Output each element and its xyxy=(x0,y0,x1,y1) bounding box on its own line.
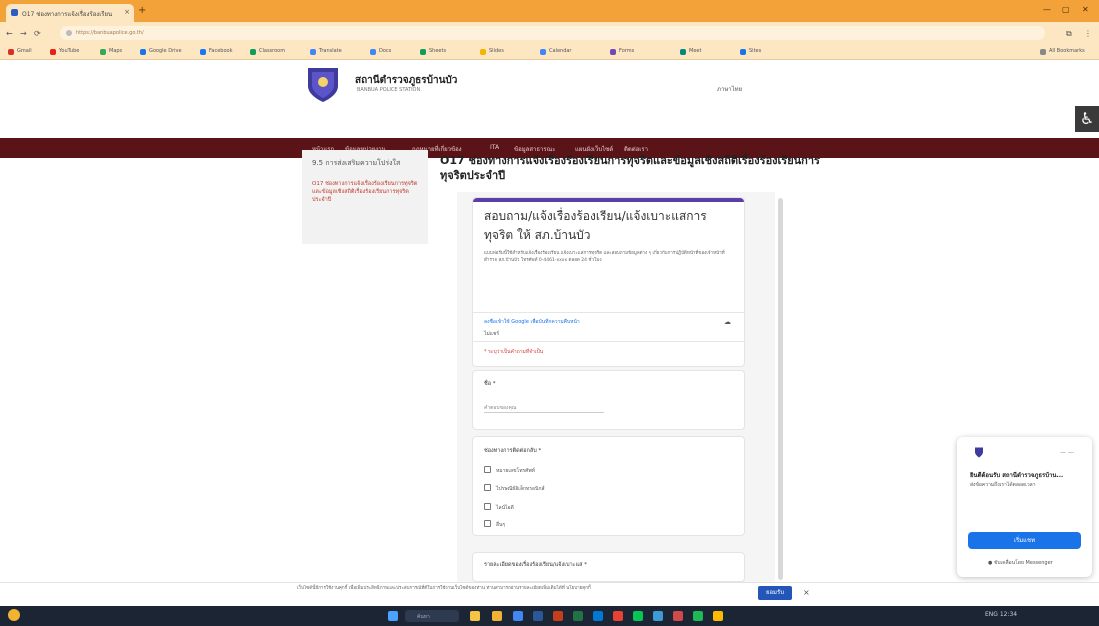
close-icon[interactable]: × xyxy=(124,8,130,16)
checkbox[interactable] xyxy=(484,503,491,510)
taskbar-app-icon[interactable] xyxy=(653,611,663,621)
chrome-icon[interactable] xyxy=(513,611,523,621)
bookmark-item[interactable]: Slides xyxy=(480,48,504,56)
favicon-icon xyxy=(11,9,18,16)
forward-icon[interactable]: → xyxy=(20,29,27,38)
back-icon[interactable]: ← xyxy=(6,29,13,38)
checkbox-label: อื่นๆ xyxy=(496,522,506,528)
form-title: สอบถาม/แจ้งเรื่องร้องเรียน/แจ้งเบาะแสการ… xyxy=(484,209,707,242)
taskbar-app-icon[interactable] xyxy=(693,611,703,621)
edge-icon[interactable] xyxy=(593,611,603,621)
menu-icon[interactable]: ⋮ xyxy=(1084,29,1092,38)
site-subtitle: BANBUA POLICE STATION xyxy=(357,87,421,93)
chat-footer-text: ขับเคลื่อนโดย Messenger xyxy=(993,560,1053,566)
question-label: รายละเอียดของเรื่องร้องเรียน/แจ้งเบาะแส … xyxy=(484,562,588,568)
system-tray[interactable]: ENG 12:34 xyxy=(985,611,1017,618)
checkbox-label: ไปรษณีย์อิเล็กทรอนิกส์ xyxy=(496,486,545,492)
question-label: ช่องทางการติดต่อกลับ * xyxy=(484,448,542,454)
checkbox[interactable] xyxy=(484,466,491,473)
close-icon[interactable]: × xyxy=(803,588,810,597)
form-scrollbar[interactable] xyxy=(778,198,783,580)
site-title: สถานีตำรวจภูธรบ้านบัว xyxy=(355,75,458,86)
cookie-text: เว็บไซต์นี้มีการใช้งานคุกกี้ เพื่อเพิ่มป… xyxy=(297,586,591,591)
bookmark-item[interactable]: Gmail xyxy=(8,48,32,56)
close-window-icon[interactable]: ✕ xyxy=(1082,5,1089,14)
browser-tab[interactable]: O17 ช่องทางการแจ้งเรื่องร้องเรียน × xyxy=(6,4,134,22)
chat-controls[interactable]: — — xyxy=(1060,449,1074,456)
chat-widget xyxy=(957,437,1092,577)
language-switch[interactable]: ภาษาไทย xyxy=(717,84,742,94)
address-bar-row: ← → ⟳ https://banbuapolice.go.th/ ⧉ ⋮ xyxy=(0,22,1099,44)
police-logo-icon xyxy=(975,447,983,458)
bookmarks-bar: Gmail YouTube Maps Google Drive Facebook… xyxy=(0,44,1099,60)
form-description: แบบฟอร์มนี้ใช้สำหรับแจ้งเรื่องร้องเรียน … xyxy=(484,251,725,263)
page-title: O17 ช่องทางการแจ้งเรื่องร้องเรียนการทุจร… xyxy=(440,154,820,182)
folder-icon[interactable] xyxy=(492,611,502,621)
bookmark-item[interactable]: All Bookmarks xyxy=(1040,48,1085,56)
url-text: https://banbuapolice.go.th/ xyxy=(76,30,144,36)
divider xyxy=(472,312,745,313)
taskbar-app-icon[interactable] xyxy=(713,611,723,621)
word-icon[interactable] xyxy=(533,611,543,621)
bookmark-item[interactable]: Forms xyxy=(610,48,634,56)
taskbar xyxy=(0,606,1099,626)
question-card xyxy=(472,370,745,430)
cloud-icon: ☁ xyxy=(724,318,731,326)
line-icon[interactable] xyxy=(633,611,643,621)
divider xyxy=(472,341,745,342)
sign-in-link[interactable]: ลงชื่อเข้าใช้ Google เพื่อบันทึกความคืบห… xyxy=(484,318,580,326)
sidebar-item-o17[interactable]: O17 ช่องทางการแจ้งเรื่องร้องเรียนการทุจร… xyxy=(312,180,420,204)
checkbox[interactable] xyxy=(484,484,491,491)
question-label: ชื่อ * xyxy=(484,381,496,387)
taskbar-app-icon[interactable] xyxy=(613,611,623,621)
reload-icon[interactable]: ⟳ xyxy=(34,29,41,38)
minimize-icon[interactable]: — xyxy=(1043,5,1051,14)
police-logo-icon xyxy=(308,68,338,102)
nav-item[interactable]: ITA xyxy=(490,144,499,151)
site-header xyxy=(0,60,1099,138)
weather-icon[interactable] xyxy=(8,609,20,621)
start-icon[interactable] xyxy=(388,611,398,621)
maximize-icon[interactable]: ▢ xyxy=(1062,5,1070,14)
bookmark-item[interactable]: Sheets xyxy=(420,48,446,56)
browser-tab-bar: O17 ช่องทางการแจ้งเรื่องร้องเรียน × + — … xyxy=(0,0,1099,22)
chat-message: ส่งข้อความถึงเราได้ตลอดเวลา xyxy=(970,482,1036,488)
required-note: * ระบุว่าเป็นคำถามที่จำเป็น xyxy=(484,349,544,355)
bookmark-item[interactable]: Facebook xyxy=(200,48,233,56)
bookmark-item[interactable]: Calendar xyxy=(540,48,571,56)
checkbox-label: ไลน์ไอดี xyxy=(496,505,514,511)
bookmark-item[interactable]: Meet xyxy=(680,48,701,56)
excel-icon[interactable] xyxy=(573,611,583,621)
messenger-icon: ● xyxy=(988,560,993,566)
bookmark-item[interactable]: Classroom xyxy=(250,48,285,56)
url-input[interactable]: https://banbuapolice.go.th/ xyxy=(60,26,1045,40)
checkbox-label: หมายเลขโทรศัพท์ xyxy=(496,468,535,474)
start-chat-button[interactable]: เริ่มแชท xyxy=(968,532,1081,549)
name-input[interactable]: คำตอบของคุณ xyxy=(484,404,516,412)
bookmark-item[interactable]: Google Drive xyxy=(140,48,182,56)
not-shared-text: ไม่แชร์ xyxy=(484,331,500,337)
extensions-icon[interactable]: ⧉ xyxy=(1066,29,1072,39)
tab-title: O17 ช่องทางการแจ้งเรื่องร้องเรียน xyxy=(22,11,113,18)
site-info-icon[interactable] xyxy=(66,30,72,36)
form-accent-bar xyxy=(473,198,744,202)
taskbar-app-icon[interactable] xyxy=(470,611,480,621)
accept-cookie-button[interactable]: ยอมรับ xyxy=(758,586,792,600)
sidebar-title: 9.5 การส่งเสริมความโปร่งใส xyxy=(312,159,401,167)
checkbox[interactable] xyxy=(484,520,491,527)
chat-name: ยินดีต้อนรับ สถานีตำรวจภูธรบ้าน... xyxy=(970,472,1064,479)
search-input[interactable]: ค้นหา xyxy=(405,610,459,622)
input-underline xyxy=(484,412,604,413)
wheelchair-icon[interactable]: ♿ xyxy=(1075,106,1099,132)
bookmark-item[interactable]: Sites xyxy=(740,48,761,56)
taskbar-app-icon[interactable] xyxy=(673,611,683,621)
powerpoint-icon[interactable] xyxy=(553,611,563,621)
bookmark-item[interactable]: Translate xyxy=(310,48,342,56)
chat-footer: ● ขับเคลื่อนโดย Messenger xyxy=(988,559,1053,567)
bookmark-item[interactable]: YouTube xyxy=(50,48,79,56)
bookmark-item[interactable]: Maps xyxy=(100,48,122,56)
bookmark-item[interactable]: Docs xyxy=(370,48,391,56)
new-tab-icon[interactable]: + xyxy=(138,5,146,16)
